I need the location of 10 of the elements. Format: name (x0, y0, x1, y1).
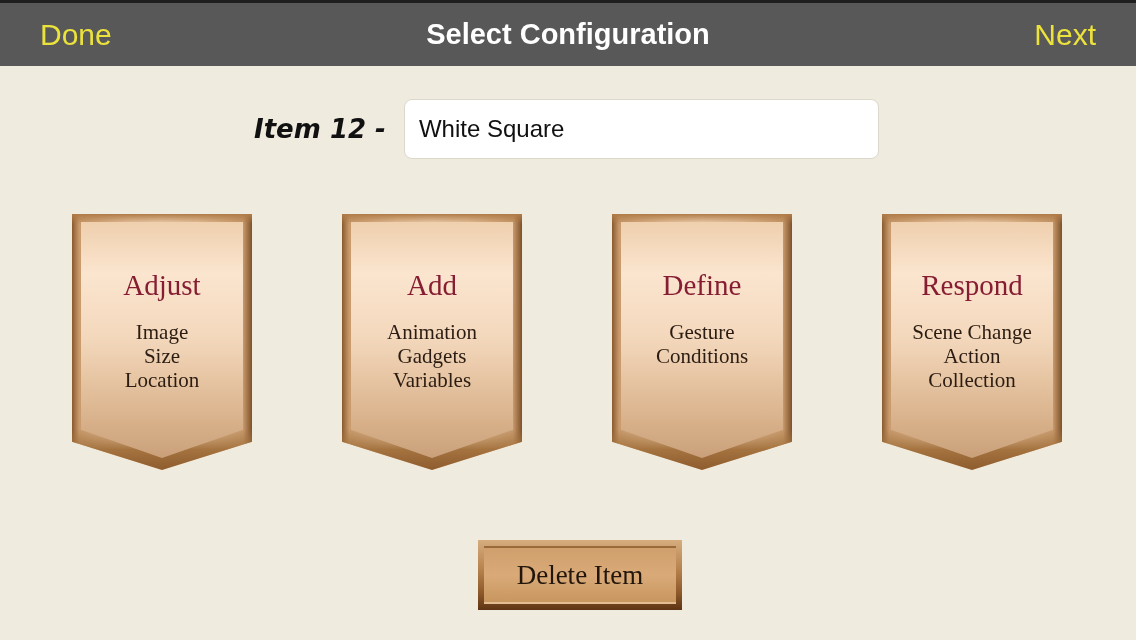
category-banner[interactable]: Add Animation Gadgets Variables (342, 214, 522, 470)
done-button[interactable]: Done (38, 17, 114, 52)
category-banner[interactable]: Define Gesture Conditions (612, 214, 792, 470)
category-banner[interactable]: Adjust Image Size Location (72, 214, 252, 470)
screen-title: Select Configuration (426, 18, 710, 51)
next-button[interactable]: Next (1032, 17, 1098, 52)
category-banner[interactable]: Respond Scene Change Action Collection (882, 214, 1062, 470)
name-field[interactable]: White Square (403, 99, 879, 159)
item-label: Item 12 - (254, 114, 386, 144)
delete-item-button[interactable]: Delete Item (478, 540, 682, 610)
